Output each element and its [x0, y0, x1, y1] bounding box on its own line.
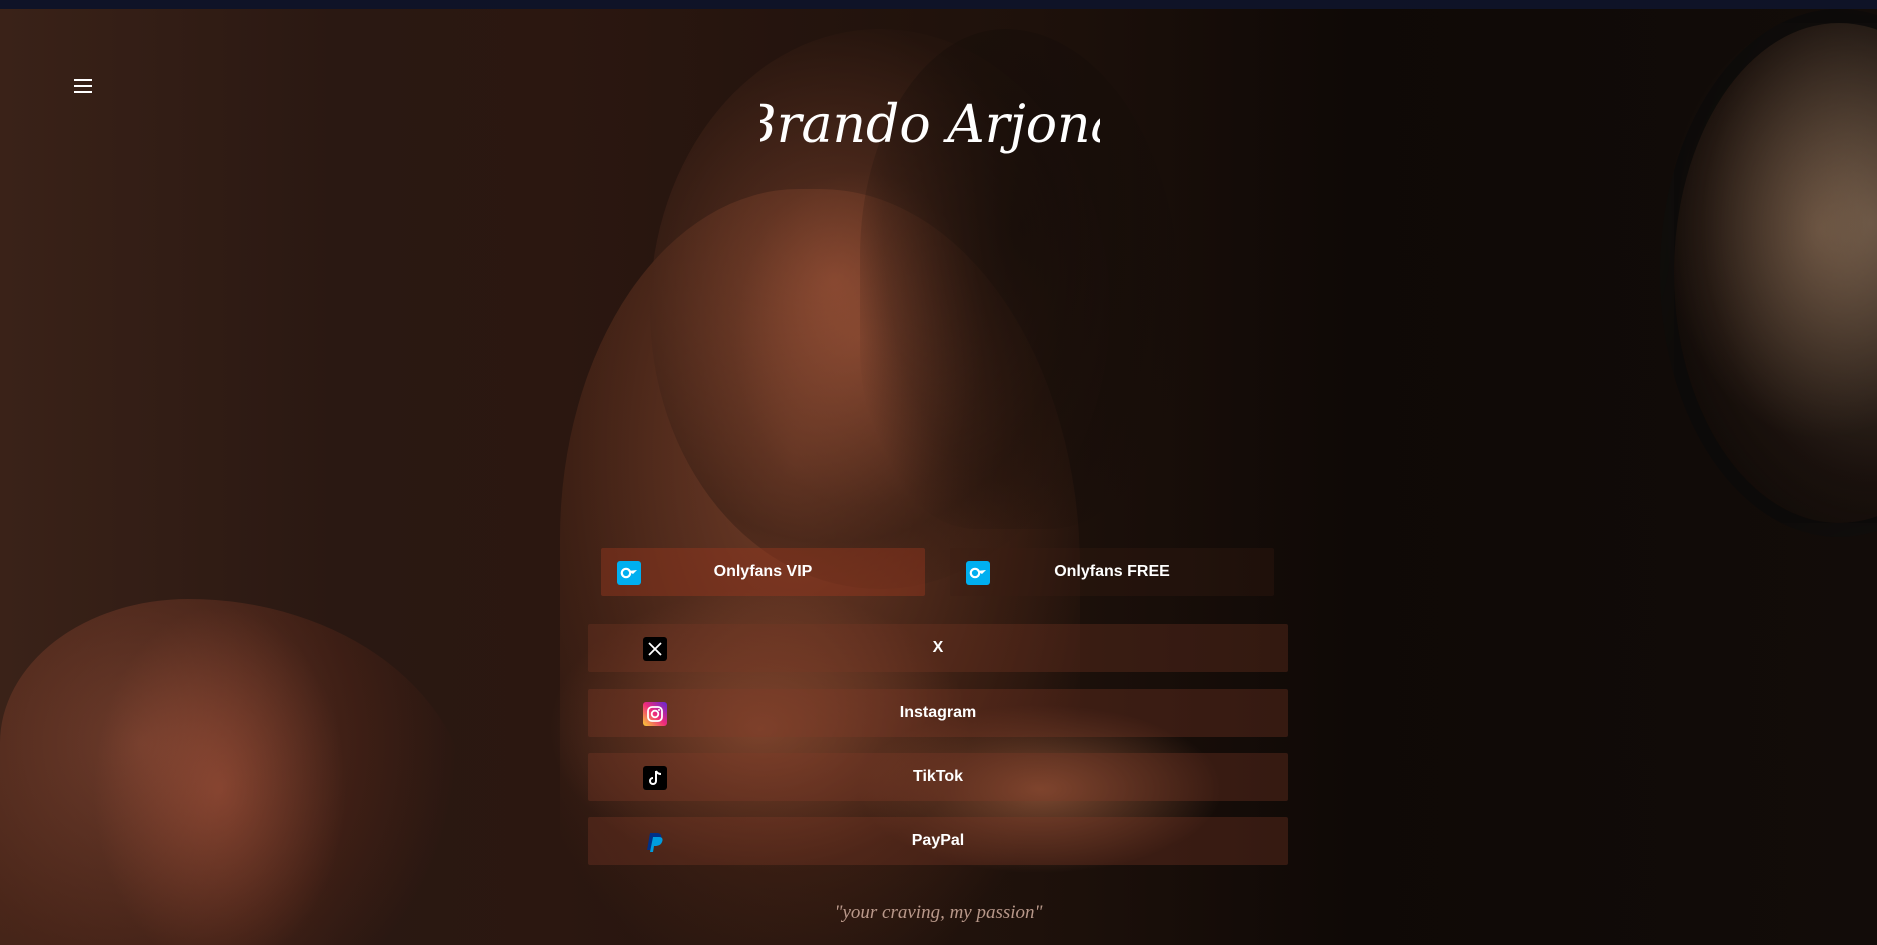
onlyfans-free-link[interactable]: Onlyfans FREE — [950, 548, 1274, 596]
paypal-link[interactable]: PayPal — [588, 817, 1288, 865]
onlyfans-icon — [617, 561, 641, 585]
link-label: Instagram — [899, 704, 977, 721]
link-list: Onlyfans VIP Onlyfans FREE X Instagram T… — [0, 0, 1877, 945]
link-label: PayPal — [911, 832, 965, 849]
onlyfans-vip-link[interactable]: Onlyfans VIP — [601, 548, 925, 596]
tiktok-link[interactable]: TikTok — [588, 753, 1288, 801]
instagram-link[interactable]: Instagram — [588, 689, 1288, 737]
link-label: Onlyfans FREE — [1054, 563, 1170, 580]
x-link[interactable]: X — [588, 624, 1288, 672]
link-label: X — [932, 639, 944, 656]
x-icon — [643, 637, 667, 661]
tagline: "your craving, my passion" — [834, 902, 1043, 923]
tiktok-icon — [643, 766, 667, 790]
paypal-icon — [643, 830, 667, 854]
onlyfans-icon — [966, 561, 990, 585]
link-label: Onlyfans VIP — [713, 563, 813, 580]
link-label: TikTok — [912, 768, 964, 785]
instagram-icon — [643, 702, 667, 726]
